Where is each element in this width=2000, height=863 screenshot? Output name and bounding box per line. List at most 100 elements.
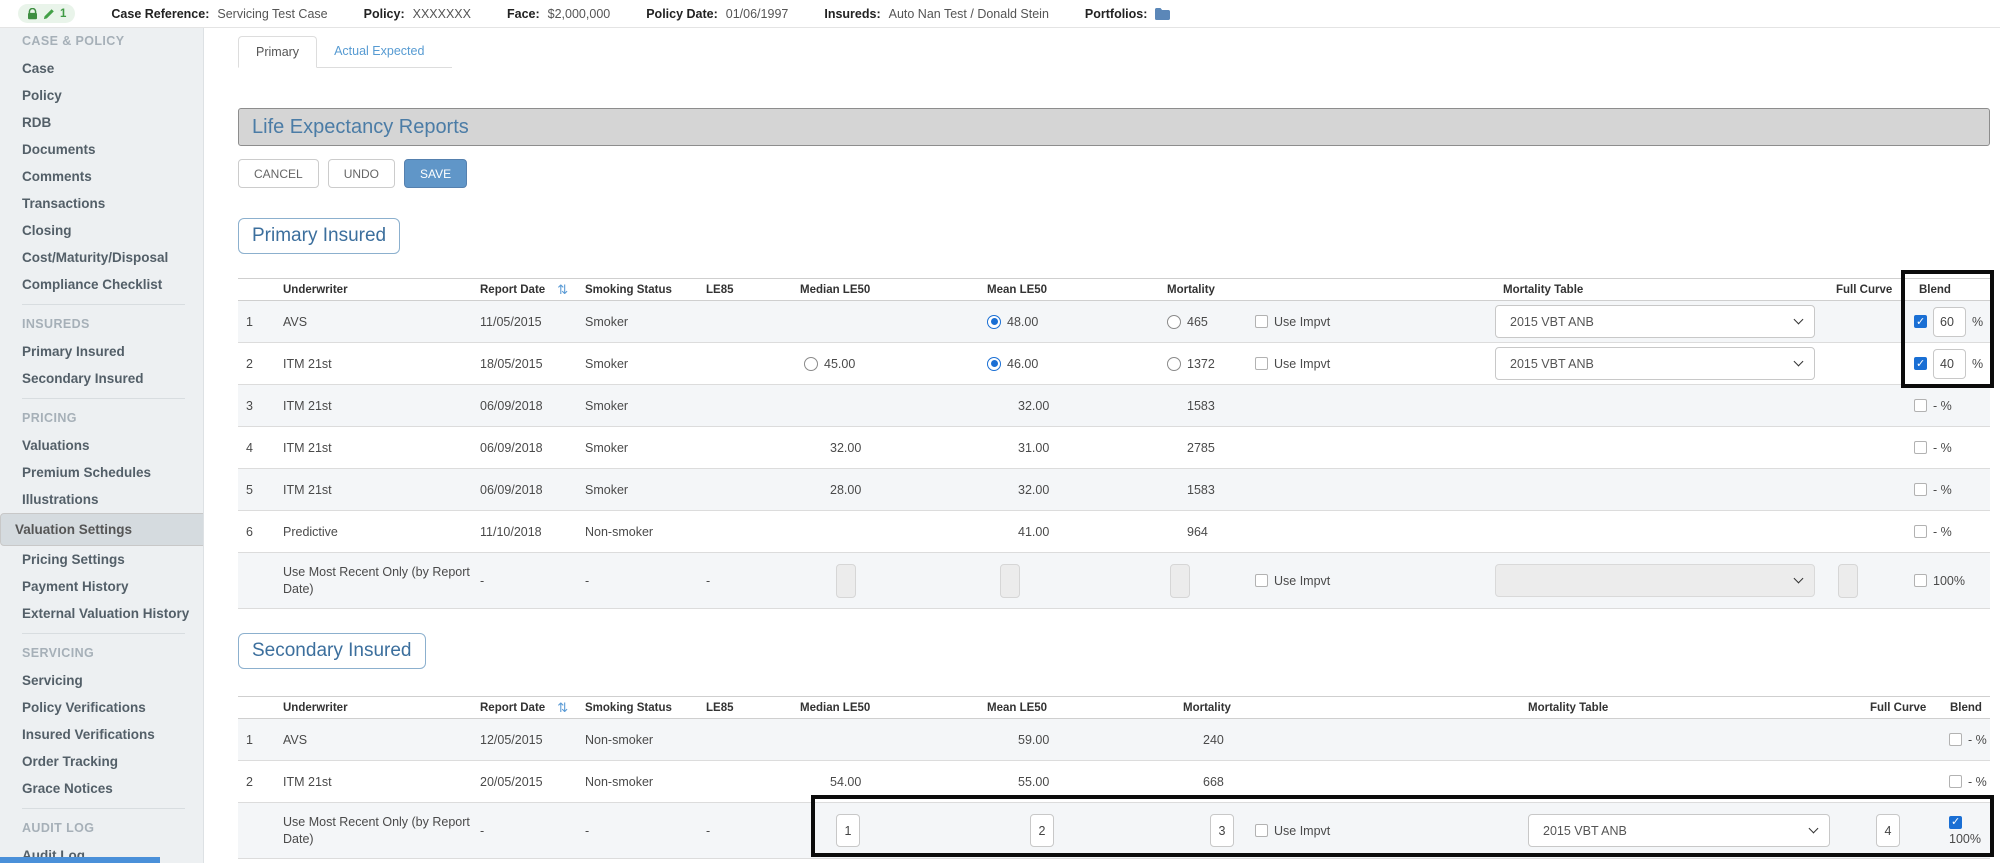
report-date-sort-icon[interactable]: ⇅	[557, 282, 568, 298]
mortality-table-select[interactable]: 2015 VBT ANB	[1495, 305, 1815, 338]
undo-button[interactable]: UNDO	[328, 159, 395, 188]
sidebar-item-secondary-insured[interactable]: Secondary Insured	[0, 365, 203, 392]
blend-checkbox[interactable]	[1914, 315, 1927, 328]
primary-insured-table: UnderwriterReport Date⇅Smoking StatusLE8…	[238, 278, 1990, 609]
cell-text: -	[480, 824, 484, 838]
sidebar-item-closing[interactable]: Closing	[0, 217, 203, 244]
cell-mortality: 3	[1165, 814, 1255, 847]
sidebar-item-order-tracking[interactable]: Order Tracking	[0, 748, 203, 775]
cell-mortality: 2785	[1165, 441, 1255, 455]
sidebar-item-primary-insured[interactable]: Primary Insured	[0, 338, 203, 365]
blend-checkbox[interactable]	[1914, 525, 1927, 538]
blend-checkbox[interactable]	[1949, 816, 1962, 829]
blend-checkbox[interactable]	[1914, 574, 1927, 587]
blend-checkbox[interactable]	[1949, 775, 1962, 788]
sidebar-item-payment-history[interactable]: Payment History	[0, 573, 203, 600]
sidebar-item-grace-notices[interactable]: Grace Notices	[0, 775, 203, 802]
sidebar-item-case[interactable]: Case	[0, 55, 203, 82]
mean-le50-input[interactable]	[1000, 564, 1020, 598]
sidebar-item-illustrations[interactable]: Illustrations	[0, 486, 203, 513]
cell-use-impvt: Use Impvt	[1255, 357, 1495, 371]
median-le50-input[interactable]: 1	[836, 814, 860, 847]
mortality-input[interactable]: 3	[1210, 814, 1234, 847]
sidebar-item-transactions[interactable]: Transactions	[0, 190, 203, 217]
sidebar-item-rdb[interactable]: RDB	[0, 109, 203, 136]
cell-mean: 48.00	[985, 315, 1165, 329]
blend-percent-input[interactable]: 60	[1933, 307, 1966, 337]
table-header-row: UnderwriterReport Date⇅Smoking StatusLE8…	[238, 278, 1990, 301]
sidebar-item-documents[interactable]: Documents	[0, 136, 203, 163]
top-bar: 1 Case Reference: Servicing Test Case Po…	[0, 0, 2000, 28]
cell-mean: 55.00	[985, 775, 1165, 789]
table-row: 6Predictive11/10/2018Non-smoker41.00964-…	[238, 511, 1990, 553]
sidebar-item-policy-verifications[interactable]: Policy Verifications	[0, 694, 203, 721]
mean-le50-radio[interactable]	[987, 315, 1001, 329]
sidebar-item-servicing[interactable]: Servicing	[0, 667, 203, 694]
col-header-le85: LE85	[706, 702, 800, 714]
save-button[interactable]: SAVE	[404, 159, 467, 188]
mean-le50-input[interactable]: 2	[1030, 814, 1054, 847]
case-status-badge[interactable]: 1	[18, 4, 75, 23]
field-label: Policy Date:	[646, 7, 718, 21]
blend-value-text: - %	[1968, 775, 1987, 789]
cell-le85: -	[706, 824, 800, 838]
sidebar-item-external-valuation-history[interactable]: External Valuation History	[0, 600, 203, 627]
sidebar-item-policy[interactable]: Policy	[0, 82, 203, 109]
sidebar-item-valuation-settings[interactable]: Valuation Settings	[0, 513, 204, 546]
sidebar-scrollbar[interactable]	[0, 857, 160, 863]
sidebar-item-cost-maturity-disposal[interactable]: Cost/Maturity/Disposal	[0, 244, 203, 271]
blend-checkbox[interactable]	[1949, 733, 1962, 746]
cell-text: Smoker	[585, 315, 628, 329]
median-le50-input[interactable]	[836, 564, 856, 598]
mean-le50-radio[interactable]	[987, 357, 1001, 371]
cell-report-date: 18/05/2015	[480, 357, 585, 371]
blend-percent-input[interactable]: 40	[1933, 349, 1966, 379]
col-header-le85: LE85	[706, 284, 800, 296]
blend-checkbox[interactable]	[1914, 483, 1927, 496]
cell-blend: - %	[1905, 733, 1990, 747]
sidebar-item-premium-schedules[interactable]: Premium Schedules	[0, 459, 203, 486]
cell-median: 1	[800, 814, 985, 847]
cancel-button[interactable]: CANCEL	[238, 159, 319, 188]
mortality-value: 964	[1187, 525, 1208, 539]
use-impvt-label: Use Impvt	[1274, 824, 1330, 838]
sidebar-item-valuations[interactable]: Valuations	[0, 432, 203, 459]
use-most-recent-label: Use Most Recent Only (by Report Date)	[283, 814, 480, 848]
sidebar-item-pricing-settings[interactable]: Pricing Settings	[0, 546, 203, 573]
blend-checkbox[interactable]	[1914, 441, 1927, 454]
sidebar-item-comments[interactable]: Comments	[0, 163, 203, 190]
full-curve-input[interactable]: 4	[1876, 814, 1900, 847]
use-impvt-checkbox[interactable]	[1255, 357, 1268, 370]
mortality-table-select[interactable]	[1495, 564, 1815, 597]
cell-report-date: 06/09/2018	[480, 483, 585, 497]
cell-mean	[985, 564, 1165, 598]
cell-le85: -	[706, 574, 800, 588]
mortality-radio[interactable]	[1167, 357, 1181, 371]
use-impvt-checkbox[interactable]	[1255, 574, 1268, 587]
sidebar-item-label: RDB	[22, 109, 51, 136]
mortality-table-select[interactable]: 2015 VBT ANB	[1495, 347, 1815, 380]
folder-icon[interactable]	[1155, 8, 1170, 20]
mortality-input[interactable]	[1170, 564, 1190, 598]
cell-mean: 41.00	[985, 525, 1165, 539]
mean-le50-value: 41.00	[1018, 525, 1049, 539]
tab-actual-expected[interactable]: Actual Expected	[317, 36, 452, 68]
cell-text: -	[706, 824, 710, 838]
use-impvt-checkbox[interactable]	[1255, 824, 1268, 837]
cell-blend: - %	[1905, 483, 1990, 497]
cell-text: 2	[246, 775, 253, 789]
blend-checkbox[interactable]	[1914, 357, 1927, 370]
sidebar-item-label: Policy	[22, 82, 62, 109]
cell-use-impvt: Use Impvt	[1255, 315, 1495, 329]
use-impvt-checkbox[interactable]	[1255, 315, 1268, 328]
sidebar-item-compliance-checklist[interactable]: Compliance Checklist	[0, 271, 203, 298]
mortality-table-select[interactable]: 2015 VBT ANB	[1528, 814, 1830, 847]
blend-checkbox[interactable]	[1914, 399, 1927, 412]
report-date-sort-icon[interactable]: ⇅	[557, 700, 568, 716]
sidebar-item-insured-verifications[interactable]: Insured Verifications	[0, 721, 203, 748]
tab-primary[interactable]: Primary	[238, 36, 317, 68]
mortality-radio[interactable]	[1167, 315, 1181, 329]
median-le50-radio[interactable]	[804, 357, 818, 371]
field-label: Case Reference:	[111, 7, 209, 21]
full-curve-input[interactable]	[1838, 564, 1858, 598]
